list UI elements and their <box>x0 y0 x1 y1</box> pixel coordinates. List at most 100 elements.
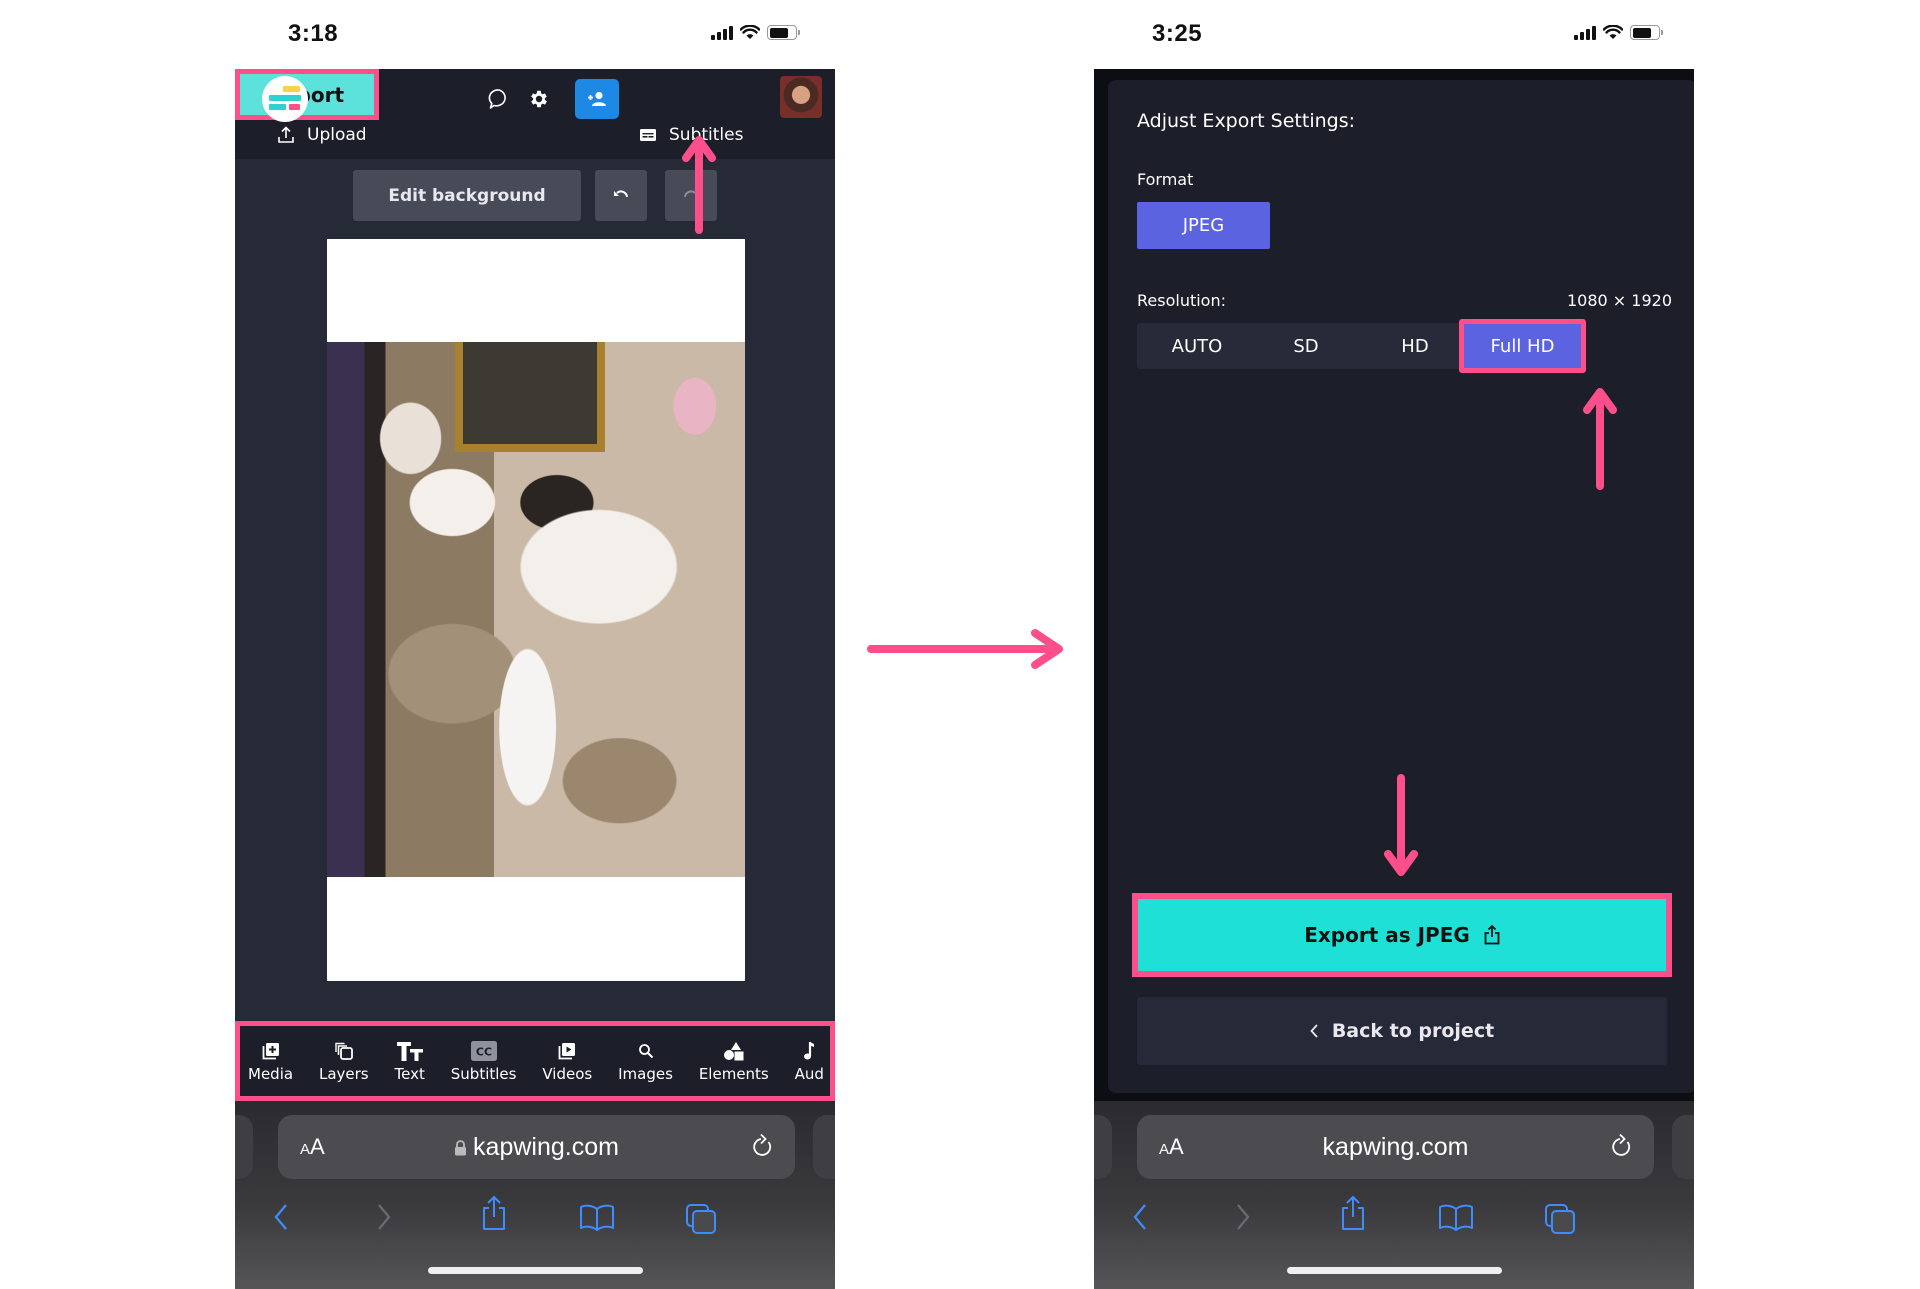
resolution-auto-button[interactable]: AUTO <box>1137 323 1257 369</box>
bookmarks-icon[interactable] <box>1438 1203 1474 1231</box>
resolution-dimensions: 1080 × 1920 <box>1566 291 1672 310</box>
next-tab-preview[interactable] <box>1672 1115 1694 1179</box>
cellular-signal-icon <box>1574 25 1596 40</box>
tool-audio[interactable]: Aud <box>795 1040 824 1083</box>
modal-title: Adjust Export Settings: <box>1137 110 1355 132</box>
cellular-signal-icon <box>711 25 733 40</box>
url-display[interactable]: kapwing.com <box>278 1133 795 1162</box>
wifi-icon <box>740 25 760 39</box>
lock-icon <box>455 1139 467 1155</box>
previous-tab-preview[interactable] <box>235 1115 253 1179</box>
tool-label: Media <box>248 1064 294 1083</box>
tool-label: Elements <box>698 1064 769 1083</box>
back-icon[interactable] <box>1132 1203 1148 1231</box>
editor-header: Export Upload Subtitles <box>235 69 835 159</box>
upload-button[interactable]: Upload <box>277 125 367 145</box>
search-icon <box>638 1043 653 1058</box>
tabs-icon[interactable] <box>1544 1203 1576 1235</box>
annotation-arrow-next-step <box>867 629 1063 669</box>
tool-videos[interactable]: Videos <box>542 1040 592 1083</box>
project-canvas[interactable] <box>327 239 745 981</box>
upload-label: Upload <box>307 125 367 145</box>
export-as-jpeg-button[interactable]: Export as JPEG <box>1132 893 1672 977</box>
tool-label: Images <box>618 1064 673 1083</box>
battery-icon <box>1630 25 1663 40</box>
tool-elements[interactable]: Elements <box>699 1040 769 1083</box>
cc-icon: CC <box>470 1040 497 1061</box>
kapwing-logo-icon[interactable] <box>262 76 308 122</box>
address-bar[interactable]: AA kapwing.com <box>1137 1115 1654 1179</box>
home-indicator <box>1287 1267 1502 1274</box>
phone-screen-editor: Export Upload Subtitles Edit background … <box>235 69 835 1289</box>
share-icon[interactable] <box>481 1195 507 1231</box>
annotation-arrow-to-export-jpeg <box>1384 774 1418 876</box>
invite-user-button[interactable] <box>575 79 619 119</box>
tool-layers[interactable]: Layers <box>319 1040 369 1083</box>
tool-images[interactable]: Images <box>618 1040 673 1083</box>
format-jpeg-button[interactable]: JPEG <box>1137 202 1270 249</box>
export-settings-modal: Adjust Export Settings: Format JPEG Reso… <box>1108 80 1694 1093</box>
svg-text:CC: CC <box>476 1045 492 1058</box>
tool-media[interactable]: Media <box>248 1040 293 1083</box>
status-icons-right <box>1574 25 1663 40</box>
tool-label: Layers <box>318 1064 369 1083</box>
resolution-hd-button[interactable]: HD <box>1355 323 1475 369</box>
photo-picture-frame <box>455 342 605 452</box>
reload-icon[interactable] <box>1610 1132 1634 1160</box>
back-to-project-button[interactable]: Back to project <box>1137 997 1667 1065</box>
share-icon[interactable] <box>1340 1195 1366 1231</box>
resolution-label: Resolution: <box>1137 291 1226 310</box>
forward-icon[interactable] <box>376 1203 392 1231</box>
resolution-full-hd-button[interactable]: Full HD <box>1459 319 1586 373</box>
edit-background-button[interactable]: Edit background <box>353 170 581 221</box>
add-user-icon <box>588 91 606 106</box>
user-avatar[interactable] <box>780 76 822 118</box>
battery-icon <box>767 25 800 40</box>
upload-icon <box>278 126 294 143</box>
annotation-arrow-to-full-hd <box>1583 388 1617 490</box>
status-time-right: 3:25 <box>1152 20 1203 47</box>
annotation-arrow-to-export <box>682 136 716 234</box>
tool-subtitles[interactable]: CC Subtitles <box>450 1040 517 1083</box>
resolution-sd-button[interactable]: SD <box>1246 323 1366 369</box>
tool-label: Aud <box>794 1064 824 1083</box>
phone-screen-export-settings: Adjust Export Settings: Format JPEG Reso… <box>1094 69 1694 1289</box>
bookmarks-icon[interactable] <box>579 1203 615 1231</box>
tabs-icon[interactable] <box>685 1203 717 1235</box>
text-icon <box>396 1041 423 1061</box>
editor-workspace: Edit background <box>235 159 835 1105</box>
tool-label: Subtitles <box>450 1064 517 1083</box>
tool-label: Videos <box>542 1064 593 1083</box>
tool-text[interactable]: Text <box>395 1040 425 1083</box>
back-to-project-label: Back to project <box>1331 1020 1495 1042</box>
comment-icon[interactable] <box>485 85 513 113</box>
music-icon <box>804 1041 815 1059</box>
forward-icon[interactable] <box>1235 1203 1251 1231</box>
cat-photo[interactable] <box>327 342 745 877</box>
layers-icon <box>335 1042 353 1060</box>
safari-toolbar: AA kapwing.com <box>1094 1101 1694 1289</box>
status-time-left: 3:18 <box>288 20 339 47</box>
video-icon <box>558 1042 576 1059</box>
status-icons-left <box>711 25 800 40</box>
back-icon[interactable] <box>273 1203 289 1231</box>
safari-toolbar: AA kapwing.com <box>235 1101 835 1289</box>
undo-icon <box>614 189 628 197</box>
url-text: kapwing.com <box>1322 1132 1469 1161</box>
export-as-jpeg-label: Export as JPEG <box>1304 923 1470 947</box>
shapes-icon <box>723 1041 744 1060</box>
chevron-left-icon <box>1310 1024 1318 1038</box>
next-tab-preview[interactable] <box>813 1115 835 1179</box>
url-display[interactable]: kapwing.com <box>1137 1133 1654 1162</box>
address-bar[interactable]: AA kapwing.com <box>278 1115 795 1179</box>
share-export-icon <box>1484 925 1500 945</box>
wifi-icon <box>1603 25 1623 39</box>
editor-tool-strip: Media Layers Text CC Subtitles Videos Im… <box>235 1021 835 1101</box>
home-indicator <box>428 1267 643 1274</box>
gear-icon[interactable] <box>525 85 553 113</box>
previous-tab-preview[interactable] <box>1094 1115 1112 1179</box>
tool-label: Text <box>394 1064 425 1083</box>
media-add-icon <box>262 1042 279 1059</box>
undo-button[interactable] <box>595 170 647 221</box>
reload-icon[interactable] <box>751 1132 775 1160</box>
